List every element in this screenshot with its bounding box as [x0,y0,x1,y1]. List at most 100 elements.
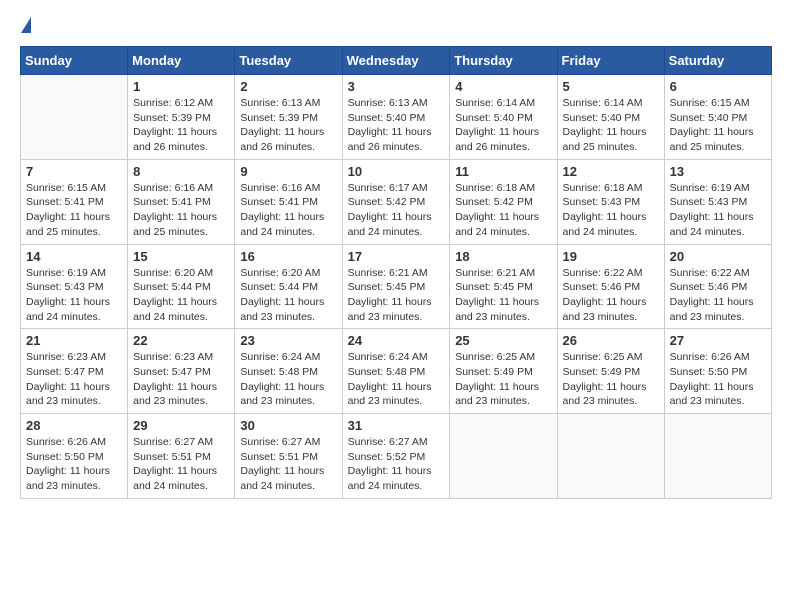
day-info: Sunrise: 6:19 AM Sunset: 5:43 PM Dayligh… [670,181,766,240]
calendar-cell: 6 Sunrise: 6:15 AM Sunset: 5:40 PM Daylig… [664,75,771,160]
day-info: Sunrise: 6:14 AM Sunset: 5:40 PM Dayligh… [455,96,551,155]
day-number: 14 [26,249,122,264]
day-info: Sunrise: 6:25 AM Sunset: 5:49 PM Dayligh… [563,350,659,409]
calendar-cell: 24 Sunrise: 6:24 AM Sunset: 5:48 PM Dayli… [342,329,450,414]
day-number: 29 [133,418,229,433]
day-info: Sunrise: 6:27 AM Sunset: 5:51 PM Dayligh… [240,435,336,494]
day-info: Sunrise: 6:15 AM Sunset: 5:41 PM Dayligh… [26,181,122,240]
day-number: 6 [670,79,766,94]
calendar-cell: 25Sunrise: 6:25 AM Sunset: 5:49 PM Dayli… [450,329,557,414]
day-info: Sunrise: 6:16 AM Sunset: 5:41 PM Dayligh… [240,181,336,240]
weekday-header-thursday: Thursday [450,47,557,75]
weekday-header-friday: Friday [557,47,664,75]
day-number: 21 [26,333,122,348]
weekday-header-saturday: Saturday [664,47,771,75]
day-info: Sunrise: 6:24 AM Sunset: 5:48 PM Dayligh… [240,350,336,409]
calendar-cell: 31Sunrise: 6:27 AM Sunset: 5:52 PM Dayli… [342,414,450,499]
calendar-cell: 14 Sunrise: 6:19 AM Sunset: 5:43 PM Dayli… [21,244,128,329]
logo [20,20,31,36]
calendar-cell: 20Sunrise: 6:22 AM Sunset: 5:46 PM Dayli… [664,244,771,329]
day-info: Sunrise: 6:20 AM Sunset: 5:44 PM Dayligh… [240,266,336,325]
day-info: Sunrise: 6:23 AM Sunset: 5:47 PM Dayligh… [133,350,229,409]
calendar-cell [21,75,128,160]
calendar-cell: 13 Sunrise: 6:19 AM Sunset: 5:43 PM Dayli… [664,159,771,244]
day-number: 7 [26,164,122,179]
day-info: Sunrise: 6:22 AM Sunset: 5:46 PM Dayligh… [563,266,659,325]
calendar-cell: 4 Sunrise: 6:14 AM Sunset: 5:40 PM Daylig… [450,75,557,160]
calendar-cell: 18 Sunrise: 6:21 AM Sunset: 5:45 PM Dayli… [450,244,557,329]
day-info: Sunrise: 6:26 AM Sunset: 5:50 PM Dayligh… [26,435,122,494]
day-info: Sunrise: 6:27 AM Sunset: 5:51 PM Dayligh… [133,435,229,494]
day-number: 11 [455,164,551,179]
calendar-cell: 11 Sunrise: 6:18 AM Sunset: 5:42 PM Dayli… [450,159,557,244]
calendar-week-4: 21 Sunrise: 6:23 AM Sunset: 5:47 PM Dayli… [21,329,772,414]
calendar-week-1: 1 Sunrise: 6:12 AM Sunset: 5:39 PM Daylig… [21,75,772,160]
calendar-week-3: 14 Sunrise: 6:19 AM Sunset: 5:43 PM Dayli… [21,244,772,329]
day-number: 17 [348,249,445,264]
calendar-cell [664,414,771,499]
day-info: Sunrise: 6:24 AM Sunset: 5:48 PM Dayligh… [348,350,445,409]
calendar-cell: 29 Sunrise: 6:27 AM Sunset: 5:51 PM Dayli… [128,414,235,499]
calendar-cell: 26 Sunrise: 6:25 AM Sunset: 5:49 PM Dayli… [557,329,664,414]
day-number: 4 [455,79,551,94]
day-number: 18 [455,249,551,264]
weekday-header-sunday: Sunday [21,47,128,75]
calendar-cell: 2Sunrise: 6:13 AM Sunset: 5:39 PM Daylig… [235,75,342,160]
day-number: 28 [26,418,122,433]
day-info: Sunrise: 6:19 AM Sunset: 5:43 PM Dayligh… [26,266,122,325]
calendar-cell: 10 Sunrise: 6:17 AM Sunset: 5:42 PM Dayli… [342,159,450,244]
day-info: Sunrise: 6:20 AM Sunset: 5:44 PM Dayligh… [133,266,229,325]
logo-triangle-icon [21,17,31,33]
calendar-cell: 5Sunrise: 6:14 AM Sunset: 5:40 PM Daylig… [557,75,664,160]
day-info: Sunrise: 6:16 AM Sunset: 5:41 PM Dayligh… [133,181,229,240]
day-info: Sunrise: 6:13 AM Sunset: 5:39 PM Dayligh… [240,96,336,155]
day-number: 8 [133,164,229,179]
calendar-cell: 1 Sunrise: 6:12 AM Sunset: 5:39 PM Daylig… [128,75,235,160]
day-number: 23 [240,333,336,348]
day-number: 27 [670,333,766,348]
calendar-cell: 21 Sunrise: 6:23 AM Sunset: 5:47 PM Dayli… [21,329,128,414]
calendar-cell: 22 Sunrise: 6:23 AM Sunset: 5:47 PM Dayli… [128,329,235,414]
calendar-table: SundayMondayTuesdayWednesdayThursdayFrid… [20,46,772,499]
calendar-cell: 16 Sunrise: 6:20 AM Sunset: 5:44 PM Dayli… [235,244,342,329]
calendar-cell: 12 Sunrise: 6:18 AM Sunset: 5:43 PM Dayli… [557,159,664,244]
day-info: Sunrise: 6:18 AM Sunset: 5:42 PM Dayligh… [455,181,551,240]
day-number: 26 [563,333,659,348]
day-number: 24 [348,333,445,348]
day-info: Sunrise: 6:17 AM Sunset: 5:42 PM Dayligh… [348,181,445,240]
day-number: 19 [563,249,659,264]
day-info: Sunrise: 6:21 AM Sunset: 5:45 PM Dayligh… [455,266,551,325]
calendar-week-2: 7 Sunrise: 6:15 AM Sunset: 5:41 PM Daylig… [21,159,772,244]
day-info: Sunrise: 6:15 AM Sunset: 5:40 PM Dayligh… [670,96,766,155]
calendar-cell [450,414,557,499]
day-info: Sunrise: 6:22 AM Sunset: 5:46 PM Dayligh… [670,266,766,325]
day-info: Sunrise: 6:12 AM Sunset: 5:39 PM Dayligh… [133,96,229,155]
day-number: 16 [240,249,336,264]
calendar-cell: 19 Sunrise: 6:22 AM Sunset: 5:46 PM Dayli… [557,244,664,329]
day-number: 30 [240,418,336,433]
calendar-cell: 3Sunrise: 6:13 AM Sunset: 5:40 PM Daylig… [342,75,450,160]
weekday-header-monday: Monday [128,47,235,75]
calendar-week-5: 28 Sunrise: 6:26 AM Sunset: 5:50 PM Dayli… [21,414,772,499]
day-number: 13 [670,164,766,179]
day-info: Sunrise: 6:21 AM Sunset: 5:45 PM Dayligh… [348,266,445,325]
calendar-cell: 17 Sunrise: 6:21 AM Sunset: 5:45 PM Dayli… [342,244,450,329]
calendar-cell: 28 Sunrise: 6:26 AM Sunset: 5:50 PM Dayli… [21,414,128,499]
day-number: 22 [133,333,229,348]
day-number: 9 [240,164,336,179]
calendar-cell: 8 Sunrise: 6:16 AM Sunset: 5:41 PM Daylig… [128,159,235,244]
day-number: 5 [563,79,659,94]
weekday-header-wednesday: Wednesday [342,47,450,75]
day-number: 1 [133,79,229,94]
day-number: 12 [563,164,659,179]
calendar-cell: 15Sunrise: 6:20 AM Sunset: 5:44 PM Dayli… [128,244,235,329]
calendar-cell: 9 Sunrise: 6:16 AM Sunset: 5:41 PM Daylig… [235,159,342,244]
calendar-cell [557,414,664,499]
calendar-header-row: SundayMondayTuesdayWednesdayThursdayFrid… [21,47,772,75]
day-number: 10 [348,164,445,179]
day-info: Sunrise: 6:25 AM Sunset: 5:49 PM Dayligh… [455,350,551,409]
day-info: Sunrise: 6:23 AM Sunset: 5:47 PM Dayligh… [26,350,122,409]
day-info: Sunrise: 6:18 AM Sunset: 5:43 PM Dayligh… [563,181,659,240]
page-header [20,20,772,36]
calendar-cell: 27Sunrise: 6:26 AM Sunset: 5:50 PM Dayli… [664,329,771,414]
